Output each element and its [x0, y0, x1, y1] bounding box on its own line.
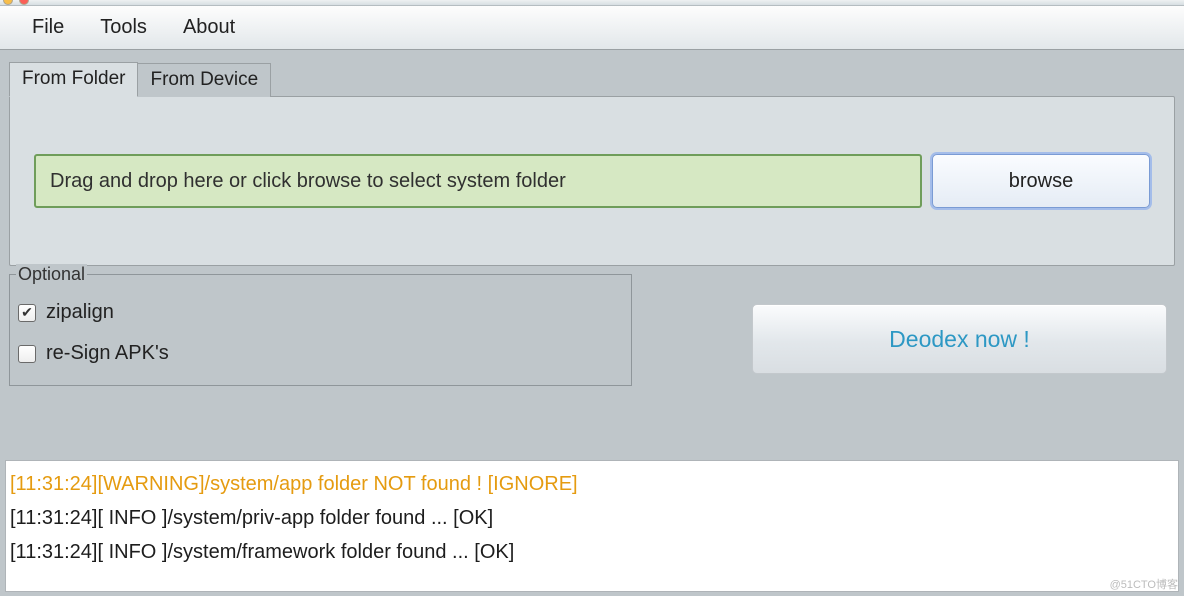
traffic-light-minimize-icon[interactable] [3, 0, 13, 5]
tab-from-folder[interactable]: From Folder [9, 62, 138, 97]
checkbox-row-resign[interactable]: re-Sign APK's [18, 342, 623, 365]
tab-strip: From Folder From Device [9, 62, 1175, 97]
traffic-light-close-icon[interactable] [19, 0, 29, 5]
browse-button[interactable]: browse [932, 154, 1150, 208]
log-line: [11:31:24][WARNING]/system/app folder NO… [10, 467, 1174, 501]
log-line: [11:31:24][ INFO ]/system/framework fold… [10, 535, 1174, 569]
tab-from-device[interactable]: From Device [137, 63, 271, 97]
checkbox-zipalign[interactable]: ✔ [18, 304, 36, 322]
menu-tools[interactable]: Tools [82, 16, 165, 39]
log-panel: [11:31:24][WARNING]/system/app folder NO… [5, 460, 1179, 592]
menu-about[interactable]: About [165, 16, 253, 39]
deodex-button[interactable]: Deodex now ! [752, 304, 1167, 374]
optional-legend: Optional [16, 264, 87, 285]
checkbox-label-zipalign: zipalign [46, 301, 114, 324]
drop-zone[interactable]: Drag and drop here or click browse to se… [34, 154, 922, 208]
checkbox-row-zipalign[interactable]: ✔ zipalign [18, 301, 623, 324]
tab-panel-from-folder: Drag and drop here or click browse to se… [9, 96, 1175, 266]
window-title-bar [0, 0, 1184, 6]
checkbox-resign[interactable] [18, 345, 36, 363]
menu-file[interactable]: File [14, 16, 82, 39]
optional-fieldset: Optional ✔ zipalign re-Sign APK's [9, 274, 632, 386]
log-line: [11:31:24][ INFO ]/system/priv-app folde… [10, 501, 1174, 535]
menu-bar: File Tools About [0, 6, 1184, 50]
checkbox-label-resign: re-Sign APK's [46, 342, 169, 365]
watermark: @51CTO博客 [1110, 576, 1178, 592]
